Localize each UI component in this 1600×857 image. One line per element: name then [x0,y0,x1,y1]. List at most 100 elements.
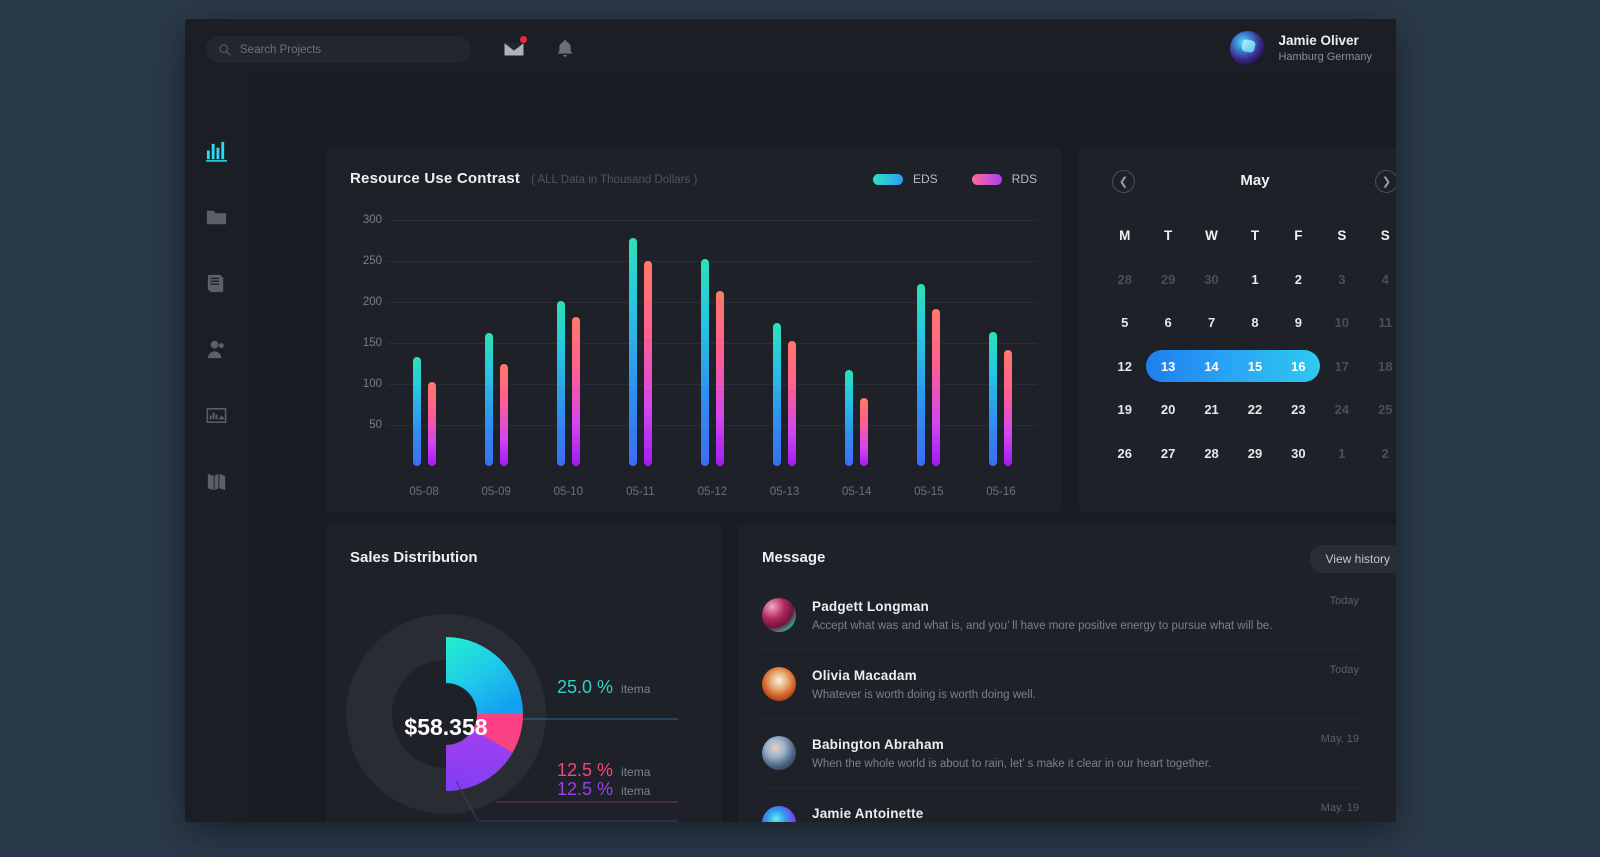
chevron-right-icon[interactable]: ❯ [1375,170,1396,193]
calendar-dow-row: MTWTFSS [1103,214,1396,258]
user-profile[interactable]: Jamie Oliver Hamburg Germany [1230,31,1372,66]
message-row[interactable]: Olivia Macadam Whatever is worth doing is… [762,650,1359,719]
bar-rds[interactable] [788,340,797,466]
sidebar-item-dashboard[interactable] [185,121,248,187]
legend-item-eds[interactable]: EDS [872,172,938,186]
donut-pct-2: 12.5 % [557,760,614,780]
bar-eds[interactable] [989,332,998,466]
bar-group [965,204,1037,466]
main-content: Resource Use Contrast ( ALL Data in Thou… [248,78,1396,822]
calendar-day-17[interactable]: 17 [1320,345,1363,389]
bar-eds[interactable] [628,238,637,466]
calendar-day-8[interactable]: 8 [1233,301,1276,345]
calendar-day-7[interactable]: 7 [1190,301,1233,345]
legend-label-eds: EDS [912,172,938,186]
bar-eds[interactable] [845,370,854,466]
bar-eds[interactable] [556,301,565,466]
bell-icon[interactable] [553,37,577,61]
bar-rds[interactable] [1004,349,1013,466]
calendar-day-13[interactable]: 13 [1146,345,1189,389]
x-tick-05-16: 05-16 [986,486,1016,498]
calendar-weeks: 28 29 30 1 2 3 4 5 6 7 8 9 10 11 12 13 14 15 16 17 18 19 20 21 2… [1103,258,1396,476]
bar-rds[interactable] [643,261,652,466]
sidebar-item-library[interactable] [185,451,248,517]
calendar-day-18[interactable]: 18 [1364,345,1396,389]
search-box[interactable] [206,36,471,63]
message-row[interactable]: Babington Abraham When the whole world is… [762,719,1359,788]
calendar-day-6[interactable]: 6 [1146,301,1189,345]
mail-icon[interactable] [502,36,527,61]
sidebar-item-users[interactable] [185,319,248,385]
bar-rds[interactable] [571,316,580,466]
bar-eds[interactable] [484,333,493,466]
bar-eds[interactable] [773,323,782,466]
profile-location: Hamburg Germany [1278,51,1372,64]
profile-text: Jamie Oliver Hamburg Germany [1278,32,1372,65]
calendar-day-22[interactable]: 22 [1233,388,1276,432]
calendar-day-1[interactable]: 1 [1320,432,1363,476]
bar-rds[interactable] [715,291,724,466]
message-sender-name: Padgett Longman [812,598,929,614]
calendar-day-1[interactable]: 1 [1233,258,1276,302]
calendar-dow-3: T [1250,228,1260,244]
x-tick-05-13: 05-13 [769,486,800,498]
calendar-day-21[interactable]: 21 [1190,388,1233,432]
calendar-day-30[interactable]: 30 [1190,258,1233,302]
chart-x-axis: 05-08 05-09 05-10 05-11 05-12 05-13 05-14 05-15… [388,486,1037,498]
message-text: Whatever is worth doing is worth doing w… [812,688,1036,701]
calendar-day-28[interactable]: 28 [1190,432,1233,476]
calendar-day-2[interactable]: 2 [1364,432,1396,476]
calendar-day-12[interactable]: 12 [1103,345,1146,389]
message-body: Jamie AntoinetteGreat minds have purpose… [812,806,1359,822]
calendar-day-4[interactable]: 4 [1364,258,1396,302]
message-text: When the whole world is about to rain, l… [812,757,1212,770]
calendar-day-16[interactable]: 16 [1277,345,1320,389]
view-history-button[interactable]: View history [1309,545,1396,573]
calendar-day-9[interactable]: 9 [1277,301,1320,345]
calendar-day-11[interactable]: 11 [1364,301,1396,345]
avatar [1230,31,1266,66]
bar-rds[interactable] [860,397,869,466]
calendar-day-28[interactable]: 28 [1103,258,1146,302]
legend-item-rds[interactable]: RDS [971,172,1037,186]
y-tick-300: 300 [362,214,382,226]
bar-group [532,204,604,466]
calendar-day-19[interactable]: 19 [1103,388,1146,432]
calendar-day-27[interactable]: 27 [1146,432,1189,476]
sidebar-item-media[interactable] [185,385,248,451]
calendar-day-30[interactable]: 30 [1277,432,1320,476]
bar-rds[interactable] [932,308,941,466]
message-body: Olivia Macadam Whatever is worth doing is… [812,668,1359,701]
message-time: Today [1329,664,1359,676]
calendar-day-23[interactable]: 23 [1277,388,1320,432]
calendar-day-24[interactable]: 24 [1320,388,1363,432]
message-sender-name: Jamie Antoinette [812,806,924,821]
calendar-day-20[interactable]: 20 [1146,388,1189,432]
calendar-dow-0: M [1119,228,1131,244]
calendar-day-5[interactable]: 5 [1103,301,1146,345]
message-row[interactable]: Jamie AntoinetteGreat minds have purpose… [762,788,1359,822]
x-tick-05-15: 05-15 [914,486,944,498]
calendar-day-15[interactable]: 15 [1233,345,1276,389]
calendar-day-26[interactable]: 26 [1103,432,1146,476]
legend-swatch-rds [971,173,1002,185]
bar-eds[interactable] [412,356,421,466]
calendar-day-29[interactable]: 29 [1233,432,1276,476]
bar-eds[interactable] [700,259,709,466]
message-row[interactable]: Padgett Longman Accept what was and what … [762,581,1359,650]
calendar-day-3[interactable]: 3 [1320,258,1363,302]
calendar-day-25[interactable]: 25 [1364,388,1396,432]
calendar-day-29[interactable]: 29 [1146,258,1189,302]
bar-rds[interactable] [427,381,436,466]
bar-rds[interactable] [499,364,508,466]
bar-eds[interactable] [917,283,926,466]
chart-plot-area: 50 100 150 200 250 300 05-08 05-09 05-10 05-11 05… [326,204,1061,512]
search-input[interactable] [240,43,430,56]
x-tick-05-11: 05-11 [626,486,655,498]
sidebar-item-files[interactable] [185,187,248,253]
calendar-dow-5: S [1337,228,1347,244]
sidebar-item-documents[interactable] [185,253,248,319]
calendar-day-2[interactable]: 2 [1277,258,1320,302]
calendar-day-10[interactable]: 10 [1320,301,1363,345]
calendar-day-14[interactable]: 14 [1190,345,1233,389]
